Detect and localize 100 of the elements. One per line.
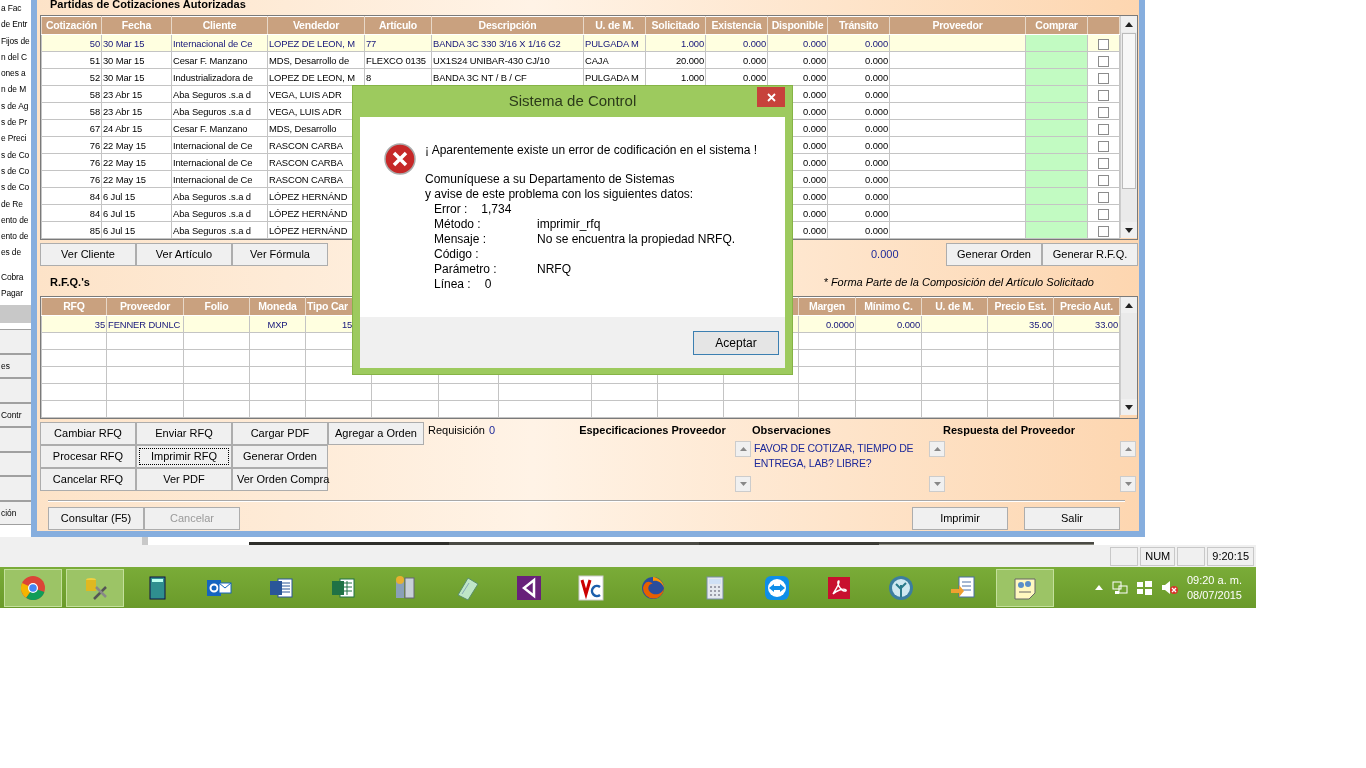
table-cell: 84	[41, 204, 102, 222]
menu-item[interactable]: ento de	[0, 228, 32, 245]
table-cell: 6 Jul 15	[101, 187, 172, 205]
table-cell: 0.000	[767, 51, 828, 69]
table-cell: 0.000	[827, 221, 890, 239]
side-button[interactable]	[0, 476, 32, 501]
button[interactable]: Agregar a Orden	[328, 422, 424, 445]
checkbox[interactable]	[1098, 225, 1109, 237]
section-title: Especificaciones Proveedor	[578, 423, 727, 438]
menu-item[interactable]: s de Ag	[0, 97, 32, 115]
button[interactable]: Generar Orden	[232, 445, 328, 468]
checkbox[interactable]	[1098, 55, 1109, 67]
show-hidden-icons-icon[interactable]	[1094, 585, 1103, 590]
scrollbar[interactable]	[1120, 16, 1137, 238]
file-transfer-icon	[950, 574, 976, 601]
table-cell: 76	[41, 153, 102, 171]
side-button[interactable]: ción	[0, 500, 32, 526]
table-cell: 22 May 15	[101, 153, 172, 171]
side-button[interactable]	[0, 329, 32, 354]
checkbox[interactable]	[1098, 140, 1109, 152]
menu-item[interactable]: ones a	[0, 65, 32, 82]
scrollbar[interactable]	[1120, 297, 1137, 415]
scroll-up-icon[interactable]	[1125, 21, 1133, 27]
table-cell: 51	[41, 51, 102, 69]
button[interactable]: Ver Artículo	[136, 242, 232, 266]
section-title: R.F.Q.'s	[50, 274, 90, 290]
table-row[interactable]: 51 30 Mar 15 Cesar F. Manzano MDS, Desarrollo de FLEXCO 0135 UX1S24 UNIBAR-430 CJ/10 CAJA 20.000 0.000 0.000 0.000	[41, 51, 1120, 69]
table-cell: 30 Mar 15	[101, 51, 172, 69]
scroll-up-icon[interactable]	[1125, 302, 1133, 308]
menu-item[interactable]: s de Pr	[0, 114, 32, 131]
ok-button[interactable]: Aceptar	[693, 330, 779, 355]
table-cell: 0.000	[827, 204, 890, 222]
table-cell: 84	[41, 187, 102, 205]
field-value: NRFQ	[537, 262, 571, 277]
table-row[interactable]: 50 30 Mar 15 Internacional de Ce LOPEZ DE LEON, M 77 BANDA 3C 330 3/16 X 1/16 G2 PULGADA M 1.000 0.000 0.000 0.000	[41, 34, 1120, 52]
checkbox[interactable]	[1098, 72, 1109, 84]
menu-item[interactable]: Pagar	[0, 285, 32, 302]
checkbox[interactable]	[1098, 174, 1109, 186]
menu-item[interactable]: es de	[0, 244, 32, 261]
side-button[interactable]	[0, 378, 32, 403]
message-text: Comuníquese a su Departamento de Sistemas	[425, 172, 676, 187]
error-icon	[384, 143, 416, 175]
table-cell: 0.000	[827, 170, 890, 188]
button[interactable]: Generar Orden	[946, 242, 1042, 266]
note-text: * Forma Parte de la Composición del Artículo Solicitado	[823, 274, 1094, 290]
field-value: 0	[484, 277, 492, 292]
checkbox[interactable]	[1098, 89, 1109, 101]
button[interactable]: Enviar RFQ	[136, 422, 232, 445]
button[interactable]: Imprimir	[912, 507, 1008, 530]
menu-item[interactable]: de Re	[0, 195, 32, 212]
checkbox[interactable]	[1098, 38, 1109, 50]
checkbox[interactable]	[1098, 106, 1109, 118]
table-cell: 76	[41, 136, 102, 154]
button[interactable]: Generar R.F.Q.	[1042, 242, 1138, 266]
menu-item[interactable]: n de M	[0, 81, 32, 98]
button[interactable]: Procesar RFQ	[40, 445, 136, 468]
button[interactable]: Imprimir RFQ	[136, 445, 232, 468]
side-button[interactable]: Contr	[0, 402, 32, 428]
table-cell: Internacional de Ce	[171, 153, 268, 171]
checkbox[interactable]	[1098, 123, 1109, 135]
menu-item[interactable]: s de Co	[0, 179, 32, 196]
network-icon[interactable]	[1111, 580, 1128, 595]
side-button[interactable]	[0, 451, 32, 477]
table-cell: Aba Seguros .s.a d	[171, 221, 268, 239]
menu-item[interactable]: de Entr	[0, 16, 32, 33]
scroll-down-icon[interactable]	[1125, 227, 1133, 233]
table-cell: Aba Seguros .s.a d	[171, 187, 268, 205]
checkbox[interactable]	[1098, 157, 1109, 169]
scroll-down-icon[interactable]	[1125, 404, 1133, 410]
close-button[interactable]	[757, 87, 785, 107]
checkbox[interactable]	[1098, 191, 1109, 203]
button[interactable]: Ver Orden Compra	[232, 468, 328, 491]
button[interactable]: Consultar (F5)	[48, 507, 144, 530]
button[interactable]: Ver Fórmula	[232, 242, 328, 266]
table-cell: UX1S24 UNIBAR-430 CJ/10	[431, 51, 584, 69]
table-cell: 6 Jul 15	[101, 221, 172, 239]
mute-speaker-icon[interactable]	[1160, 580, 1178, 595]
status-panel: NUM	[1140, 546, 1176, 566]
menu-item[interactable]: Fijos de	[0, 32, 32, 49]
menu-item[interactable]: s de Co	[0, 162, 32, 180]
menu-item[interactable]: s de Co	[0, 146, 32, 163]
table-cell: 58	[41, 102, 102, 120]
button[interactable]: Cargar PDF	[232, 422, 328, 445]
checkbox[interactable]	[1098, 208, 1109, 220]
menu-item[interactable]: e Preci	[0, 130, 32, 147]
button[interactable]: Ver Cliente	[40, 242, 136, 266]
menu-item[interactable]: n del C	[0, 48, 32, 66]
header-bar	[0, 305, 32, 324]
button[interactable]: Cancelar RFQ	[40, 468, 136, 491]
side-button[interactable]	[0, 427, 32, 452]
button[interactable]: Salir	[1024, 507, 1120, 530]
menu-item[interactable]: Cobra	[0, 268, 32, 286]
close-icon	[766, 92, 776, 102]
menu-item[interactable]: a Fac	[0, 0, 32, 17]
table-cell: 0.000	[827, 68, 890, 86]
side-button[interactable]: es	[0, 353, 32, 379]
button[interactable]: Cambiar RFQ	[40, 422, 136, 445]
button[interactable]: Ver PDF	[136, 468, 232, 491]
menu-item[interactable]: ento de	[0, 211, 32, 229]
group-title: Partidas de Cotizaciones Autorizadas	[49, 0, 247, 12]
